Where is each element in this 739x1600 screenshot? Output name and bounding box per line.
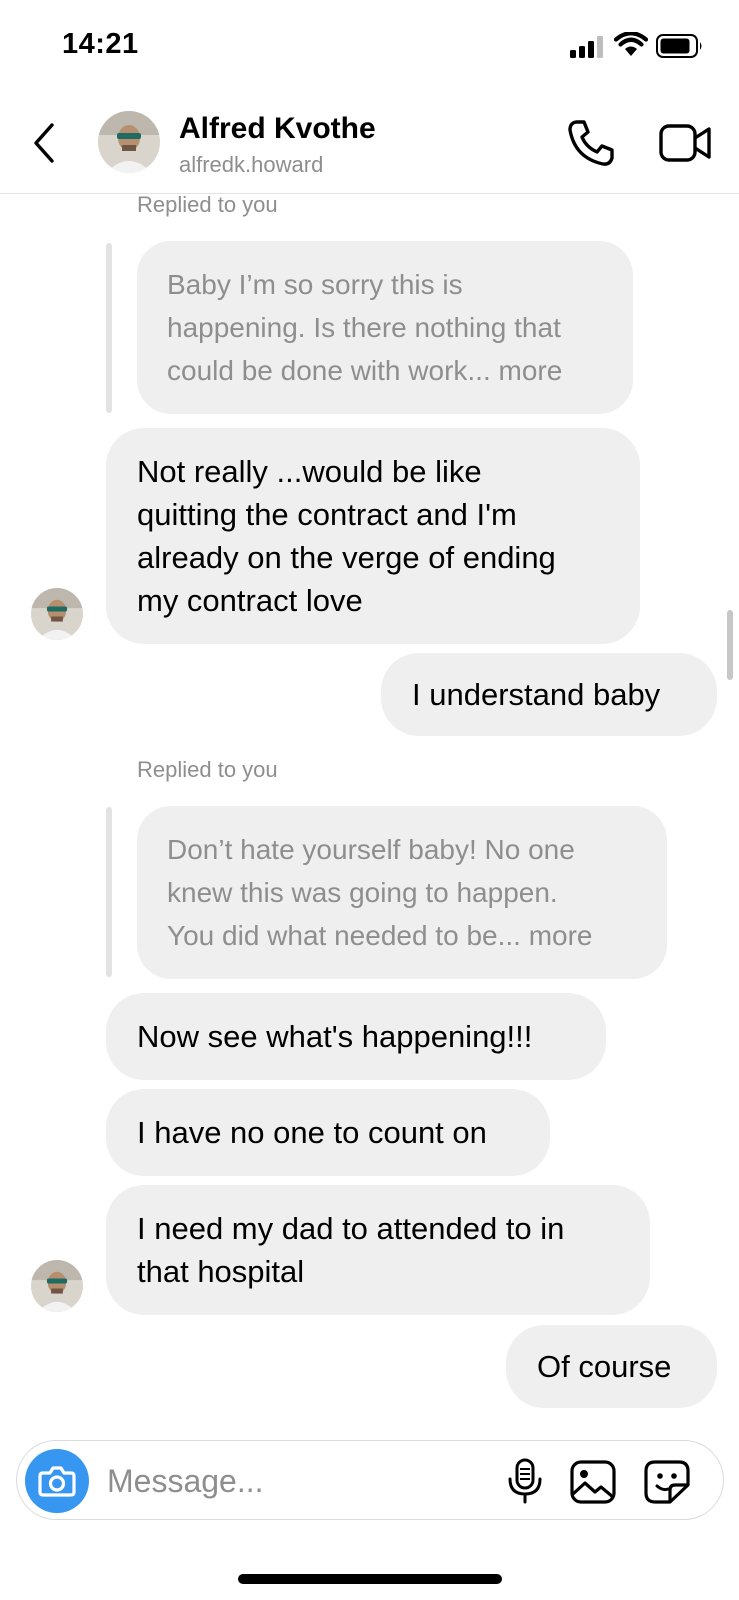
reply-indicator-bar	[106, 243, 112, 413]
contact-name[interactable]: Alfred Kvothe	[179, 112, 376, 146]
quoted-line: Don’t hate yourself baby! No one	[167, 834, 575, 865]
contact-username[interactable]: alfredk.howard	[179, 152, 323, 178]
status-time: 14:21	[62, 28, 139, 60]
quoted-message[interactable]: Don’t hate yourself baby! No one knew th…	[137, 806, 667, 979]
quoted-line: knew this was going to happen.	[167, 877, 558, 908]
phone-call-icon[interactable]	[566, 118, 616, 168]
gallery-icon[interactable]	[569, 1459, 617, 1505]
reply-caption: Replied to you	[137, 195, 278, 217]
outgoing-message[interactable]: Of course	[506, 1325, 717, 1408]
quoted-message[interactable]: Baby I’m so sorry this is happening. Is …	[137, 241, 633, 414]
message-line: I have no one to count on	[137, 1115, 487, 1150]
quoted-line: Baby I’m so sorry this is	[167, 269, 463, 300]
message-composer	[16, 1440, 724, 1520]
microphone-icon[interactable]	[503, 1457, 547, 1505]
incoming-message[interactable]: Not really ...would be like quitting the…	[106, 428, 640, 644]
incoming-message[interactable]: I need my dad to attended to in that hos…	[106, 1185, 650, 1315]
sender-avatar[interactable]	[31, 1260, 83, 1312]
message-line: Of course	[537, 1349, 672, 1384]
message-line: already on the verge of ending	[137, 540, 556, 575]
status-bar: 14:21	[0, 0, 739, 90]
message-line: I understand baby	[412, 677, 661, 712]
quoted-line: You did what needed to be... more	[167, 920, 593, 951]
battery-icon	[656, 34, 702, 58]
quoted-line: happening. Is there nothing that	[167, 312, 561, 343]
incoming-message[interactable]: I have no one to count on	[106, 1089, 550, 1176]
home-indicator[interactable]	[238, 1574, 502, 1584]
video-call-icon[interactable]	[658, 120, 712, 166]
back-chevron-icon[interactable]	[28, 118, 62, 168]
chat-header: Alfred Kvothe alfredk.howard	[0, 96, 739, 194]
contact-avatar[interactable]	[98, 111, 160, 173]
message-line: my contract love	[137, 583, 363, 618]
camera-icon	[38, 1466, 76, 1497]
wifi-icon	[614, 32, 648, 56]
incoming-message[interactable]: Now see what's happening!!!	[106, 993, 606, 1080]
message-input[interactable]	[107, 1459, 487, 1503]
camera-button[interactable]	[25, 1449, 89, 1513]
cellular-signal-icon	[570, 36, 603, 58]
reply-caption: Replied to you	[137, 757, 278, 782]
message-thread[interactable]: Replied to you Baby I’m so sorry this is…	[0, 195, 739, 1435]
reply-indicator-bar	[106, 807, 112, 977]
message-line: I need my dad to attended to in	[137, 1211, 565, 1246]
sticker-icon[interactable]	[643, 1459, 691, 1505]
outgoing-message[interactable]: I understand baby	[381, 653, 717, 736]
message-line: Now see what's happening!!!	[137, 1019, 533, 1054]
message-line: that hospital	[137, 1254, 305, 1289]
message-line: quitting the contract and I'm	[137, 497, 517, 532]
quoted-line: could be done with work... more	[167, 355, 563, 386]
sender-avatar[interactable]	[31, 588, 83, 640]
scrollbar[interactable]	[727, 610, 733, 680]
message-line: Not really ...would be like	[137, 454, 482, 489]
